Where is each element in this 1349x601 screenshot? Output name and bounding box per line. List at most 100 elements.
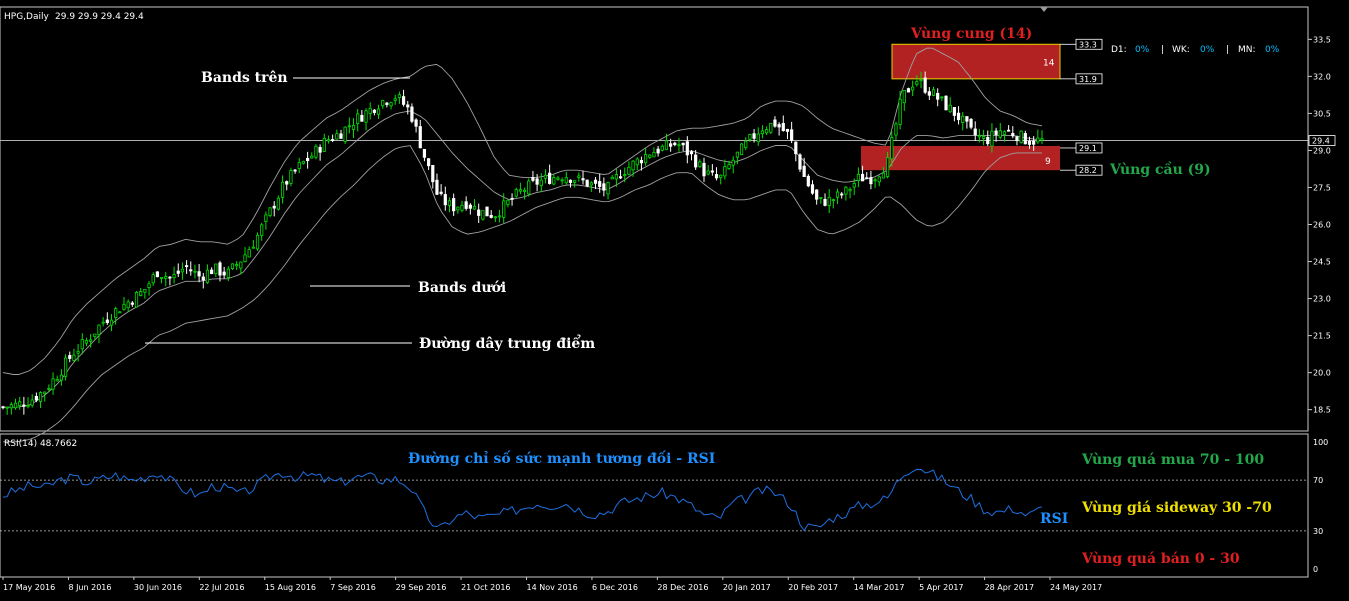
scroll-marker-icon[interactable] [1040, 7, 1048, 12]
candle-body [235, 264, 239, 267]
candle-body [439, 191, 443, 195]
info-separator-1: | [1161, 45, 1164, 55]
candle-body [656, 148, 660, 154]
candle-body [339, 133, 343, 139]
candle-body [126, 301, 130, 309]
candle-body [873, 179, 877, 182]
time-axis-label: 22 Jul 2016 [199, 583, 244, 592]
supply-zone-box [891, 43, 1061, 80]
candle-body [318, 146, 322, 153]
candle-body [230, 263, 235, 269]
candle-body [34, 395, 38, 401]
candle-body [1019, 130, 1023, 143]
candle-body [485, 206, 489, 217]
candle-body [184, 265, 189, 268]
candle-body [189, 269, 193, 272]
candle-body [969, 118, 973, 128]
candle-body [669, 143, 673, 147]
mn-label: MN: [1238, 45, 1256, 55]
candle-body [906, 88, 911, 93]
candle-body [710, 170, 714, 173]
sideway-label: Vùng giá sideway 30 -70 [1081, 500, 1272, 516]
candle-body [489, 214, 493, 218]
candle-body [301, 161, 306, 164]
candle-body [739, 143, 744, 155]
candle-body [201, 276, 205, 281]
candle-body [293, 169, 297, 172]
time-axis-label: 29 Sep 2016 [396, 583, 447, 592]
candle-body [372, 109, 376, 113]
rsi-axis-label: 0 [1313, 565, 1318, 574]
candle-body [848, 189, 852, 192]
candle-body [168, 276, 172, 279]
rsi-axis-label: 100 [1313, 438, 1328, 447]
candle-body [902, 90, 906, 104]
price-axis-label: 27.5 [1313, 183, 1331, 192]
demand-zone-label: Vùng cầu (9) [1109, 161, 1211, 178]
candle-body [422, 148, 427, 158]
candle-body [577, 175, 581, 178]
candle-body [689, 151, 694, 155]
candle-body [727, 164, 731, 169]
candle-body [923, 77, 927, 93]
candle-body [243, 254, 247, 263]
candle-body [635, 158, 639, 166]
candle-body [531, 177, 535, 181]
candle-body [364, 110, 368, 123]
bands-lower-line [3, 145, 1042, 443]
candle-body [477, 209, 481, 216]
time-axis-label: 14 Mar 2017 [854, 583, 905, 592]
candle-body [502, 200, 506, 218]
candle-body [585, 179, 589, 187]
candle-body [919, 79, 923, 82]
candle-body [568, 179, 573, 183]
candle-body [214, 263, 218, 274]
price-label-text: 31.9 [1079, 75, 1097, 84]
annotation-mid-line: Đường dây trung điểm [145, 334, 595, 352]
candle-body [781, 123, 785, 132]
candle-body [677, 144, 681, 147]
supply-zone-label: Vùng cung (14) [910, 26, 1032, 42]
candle-body [147, 283, 151, 288]
candle-body [406, 104, 410, 108]
price-axis-label: 20.0 [1313, 369, 1331, 378]
mid-line-label: Đường dây trung điểm [419, 334, 595, 352]
candle-body [944, 95, 948, 111]
overbought-label: Vùng quá mua 70 - 100 [1081, 452, 1264, 468]
candle-body [681, 142, 685, 146]
candle-body [643, 154, 648, 164]
time-axis-label: 28 Dec 2016 [657, 583, 708, 592]
time-axis-label: 5 Apr 2017 [919, 583, 963, 592]
candle-body [535, 178, 539, 185]
candle-body [860, 173, 865, 182]
candle-body [648, 154, 652, 158]
candle-body [869, 177, 873, 185]
candle-body [130, 302, 134, 305]
candle-body [464, 201, 468, 209]
candle-body [1015, 136, 1019, 142]
candle-body [948, 104, 952, 113]
candle-body [835, 191, 840, 198]
candle-body [777, 124, 781, 128]
annotation-bands-upper: Bands trên [201, 70, 410, 86]
candle-body [468, 204, 472, 209]
candle-body [84, 340, 89, 344]
candle-body [460, 204, 464, 211]
candle-body [961, 115, 965, 123]
time-axis-label: 21 Oct 2016 [461, 583, 510, 592]
candle-body [735, 151, 739, 158]
candle-body [877, 176, 881, 183]
candle-body [30, 399, 34, 406]
candle-body [618, 176, 623, 179]
candle-body [886, 157, 890, 177]
candle-body [59, 374, 64, 381]
time-axis-label: 8 Jun 2016 [68, 583, 111, 592]
time-axis-label: 15 Aug 2016 [265, 583, 316, 592]
candle-body [155, 271, 159, 278]
candle-body [105, 319, 109, 323]
candle-body [522, 189, 527, 192]
candle-body [109, 319, 114, 326]
chart-canvas: 14 9 33.3 31.9 29.4 29.1 28.2 33.5 32.0 30.5 29.0… [0, 6, 1336, 592]
candle-body [397, 94, 402, 98]
candle-body [456, 206, 460, 211]
